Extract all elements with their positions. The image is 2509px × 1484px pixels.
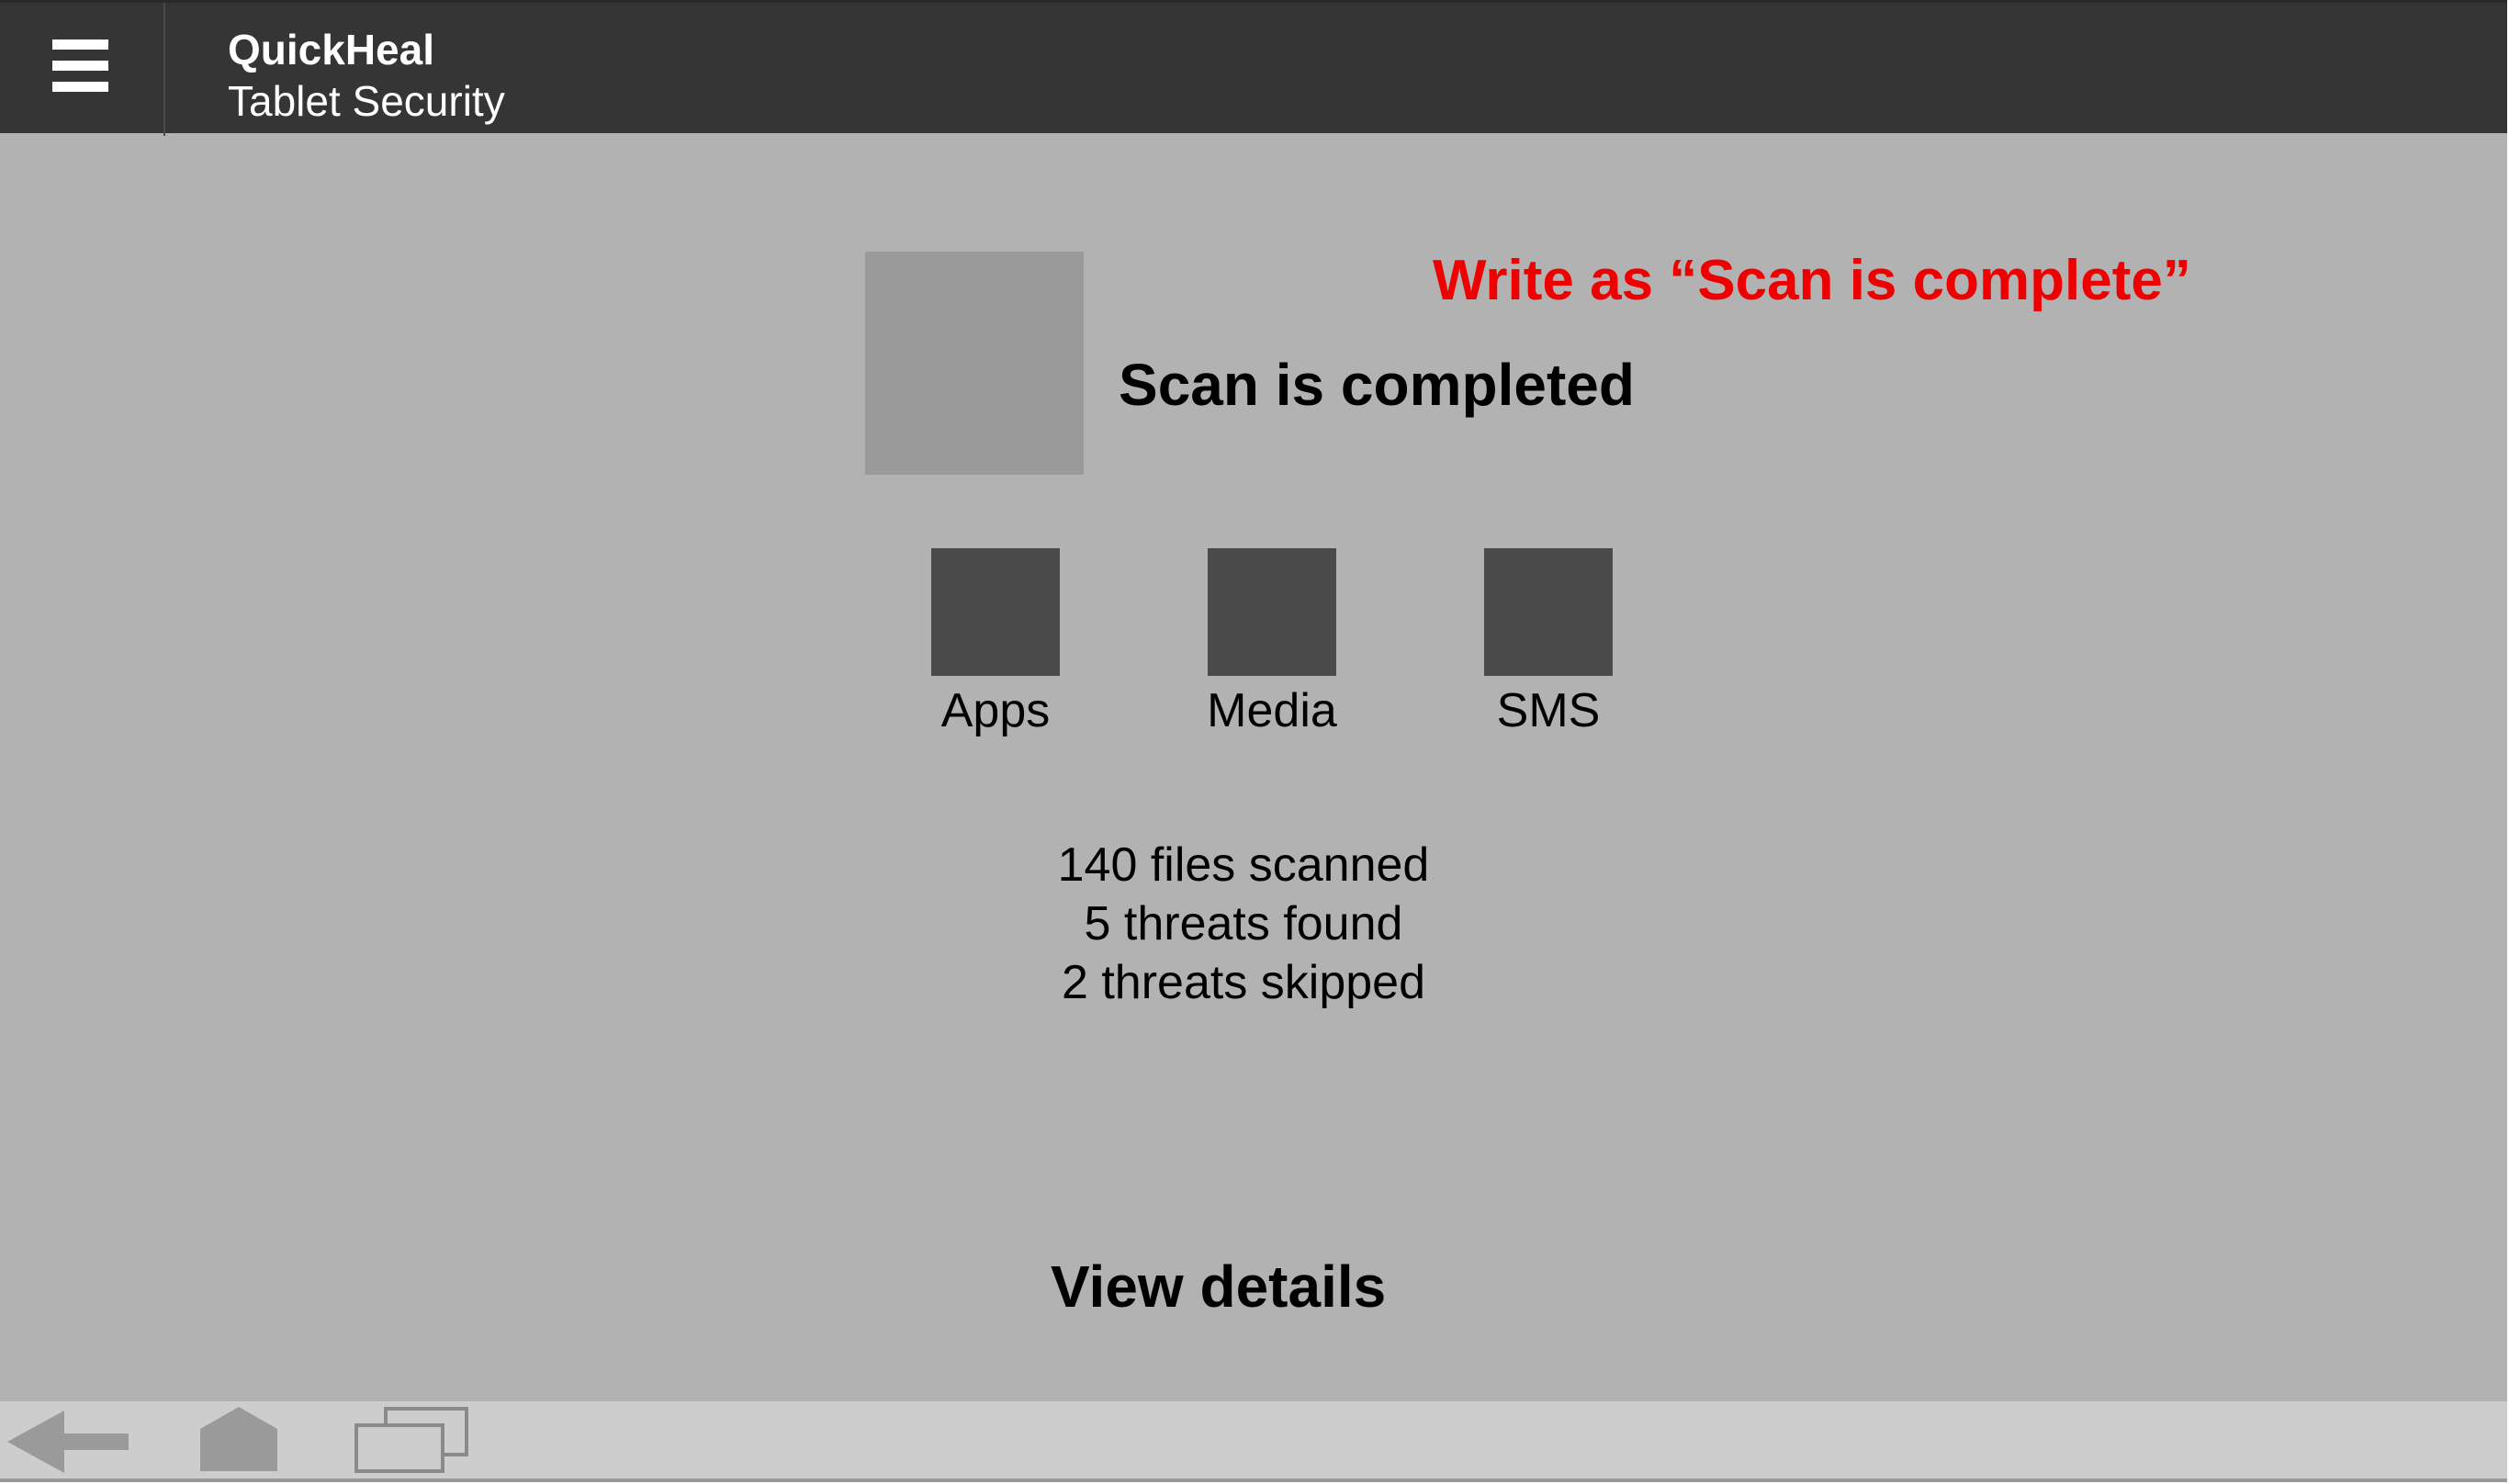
app-title: QuickHeal xyxy=(228,26,434,73)
scan-stats: 140 files scanned 5 threats found 2 thre… xyxy=(968,836,1519,1012)
sms-icon xyxy=(1484,548,1613,676)
screen-bottom-edge xyxy=(0,1478,2507,1482)
category-label: Media xyxy=(1207,684,1337,737)
category-sms[interactable]: SMS xyxy=(1429,548,1668,738)
back-icon xyxy=(7,1411,129,1473)
system-navbar xyxy=(0,1401,2507,1482)
menu-button[interactable] xyxy=(0,3,165,136)
back-button[interactable] xyxy=(0,1401,138,1482)
category-label: SMS xyxy=(1496,684,1601,737)
view-details-button[interactable]: View details xyxy=(1051,1253,1386,1321)
recent-apps-icon xyxy=(354,1407,468,1473)
review-annotation: Write as “Scan is complete” xyxy=(1433,249,2191,312)
home-icon xyxy=(200,1407,277,1471)
recent-apps-button[interactable] xyxy=(349,1401,478,1482)
app-header: QuickHeal Tablet Security xyxy=(0,0,2507,136)
media-icon xyxy=(1208,548,1336,676)
apps-icon xyxy=(931,548,1060,676)
category-media[interactable]: Media xyxy=(1153,548,1391,738)
scan-status-title: Scan is completed xyxy=(1119,352,1635,418)
threats-skipped-text: 2 threats skipped xyxy=(1061,956,1426,1009)
category-label: Apps xyxy=(940,684,1051,737)
scan-status-icon xyxy=(865,252,1084,475)
home-button[interactable] xyxy=(193,1401,285,1482)
files-scanned-text: 140 files scanned xyxy=(1057,838,1430,892)
threats-found-text: 5 threats found xyxy=(1084,897,1403,950)
app-subtitle: Tablet Security xyxy=(228,77,505,125)
app-screen: QuickHeal Tablet Security Scan is comple… xyxy=(0,0,2507,1482)
category-apps[interactable]: Apps xyxy=(876,548,1115,738)
